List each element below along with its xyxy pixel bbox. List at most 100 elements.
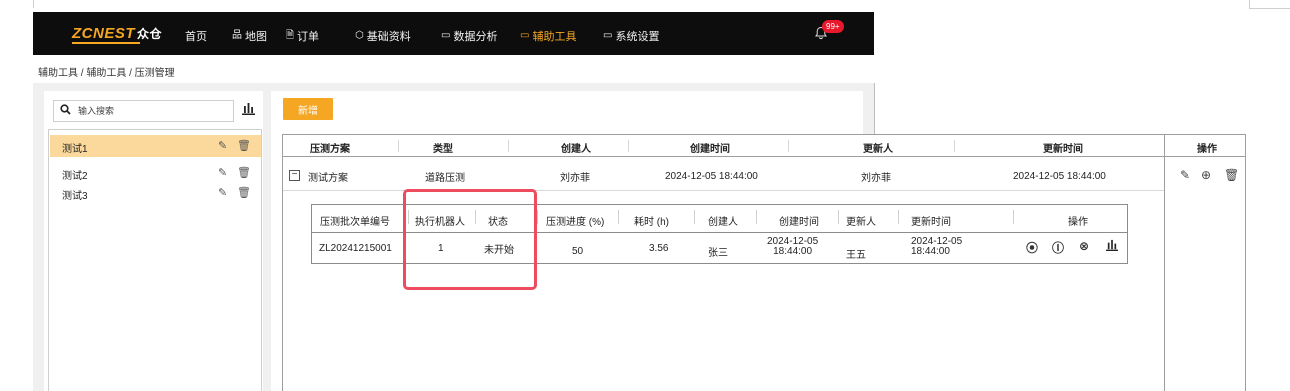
nav-item-tools[interactable]: ▭ 辅助工具 — [520, 28, 576, 44]
search-box — [53, 100, 234, 122]
batch-number: ZL20241215001 — [319, 243, 392, 254]
edit-icon[interactable]: ✎ — [218, 186, 227, 199]
table-cell: 2024-12-05 18:44:00 — [665, 171, 758, 182]
tree-item-test1[interactable]: 测试1 ✎ 🗑 — [50, 135, 261, 157]
column-divider — [954, 140, 955, 152]
column-header: 压测方案 — [310, 144, 350, 155]
column-divider — [788, 140, 789, 152]
subtable-column-header: 创建时间 — [779, 217, 819, 228]
search-icon — [60, 104, 71, 118]
column-divider — [398, 140, 399, 152]
nav-item-basic-data[interactable]: ⬡ 基础资料 — [355, 28, 411, 44]
chart-icon[interactable] — [1106, 239, 1118, 254]
nav-item-label: 辅助工具 — [532, 31, 577, 43]
map-icon: 品 — [232, 30, 242, 41]
page-edge-right — [1249, 0, 1250, 8]
play-icon[interactable]: ⦿ — [1026, 239, 1038, 256]
nav-item-label: 首页 — [185, 31, 207, 43]
column-divider — [1013, 210, 1014, 224]
pause-icon[interactable]: Ⓘ — [1052, 239, 1064, 256]
column-divider — [756, 210, 757, 224]
delete-icon[interactable]: 🗑 — [237, 166, 251, 179]
subtable-column-header: 操作 — [1068, 217, 1088, 228]
breadcrumb: 辅助工具 / 辅助工具 / 压测管理 — [38, 68, 175, 79]
page-edge-right-line — [1249, 8, 1290, 9]
nav-item-home[interactable]: 首页 — [185, 28, 207, 44]
logo-text: ZCNEST — [72, 25, 135, 42]
collapse-toggle[interactable]: − — [289, 170, 300, 181]
creator-value: 张三 — [708, 248, 728, 259]
subtable-column-header: 压测进度 (%) — [546, 217, 605, 228]
created-time-line: 18:44:00 — [773, 246, 813, 257]
chart-icon[interactable] — [242, 102, 255, 118]
progress-value: 50 — [572, 246, 584, 257]
monitor-icon: ▭ — [520, 30, 530, 41]
delete-icon[interactable]: 🗑 — [237, 186, 251, 199]
stop-icon[interactable]: ⊗ — [1079, 239, 1089, 253]
column-header: 更新人 — [863, 144, 893, 155]
tree-list: 测试1 ✎ 🗑 测试2 ✎ 🗑 测试3 ✎ 🗑 — [48, 129, 262, 391]
nav-item-data-analysis[interactable]: ▭ 数据分析 — [441, 28, 497, 44]
updated-time: 2024-12-05 18:44:00 — [911, 237, 962, 257]
column-header: 操作 — [1197, 144, 1217, 155]
tree-item-test3[interactable]: 测试3 ✎ 🗑 — [50, 182, 261, 204]
nav-item-label: 系统设置 — [615, 31, 660, 43]
table-cell: 刘亦菲 — [861, 173, 891, 184]
order-icon: 🗎 — [286, 30, 295, 41]
tree-item-label: 测试3 — [62, 191, 88, 202]
nav-item-map[interactable]: 品 地图 — [232, 28, 267, 44]
edit-icon[interactable]: ✎ — [218, 166, 227, 179]
nav-item-order[interactable]: 🗎 订单 — [286, 28, 319, 44]
search-input[interactable] — [78, 104, 228, 118]
operation-column-divider — [1164, 134, 1165, 391]
left-tree-panel: 测试1 ✎ 🗑 测试2 ✎ 🗑 测试3 ✎ 🗑 — [44, 91, 263, 391]
nav-item-label: 订单 — [297, 31, 320, 43]
cube-icon: ⬡ — [355, 30, 364, 41]
delete-icon[interactable]: 🗑 — [237, 139, 251, 152]
add-circle-icon[interactable]: ⊕ — [1201, 168, 1211, 182]
new-button[interactable]: 新增 — [283, 98, 333, 120]
column-divider — [508, 140, 509, 152]
logo[interactable]: ZCNEST 众仓 — [72, 25, 162, 42]
updated-time-line: 18:44:00 — [911, 246, 950, 257]
column-divider — [898, 210, 899, 224]
column-header: 更新时间 — [1043, 144, 1083, 155]
page-edge-left — [33, 0, 34, 8]
table-cell: 2024-12-05 18:44:00 — [1013, 171, 1106, 182]
table-header-row: 压测方案 类型 创建人 创建时间 更新人 更新时间 操作 — [283, 135, 1245, 157]
logo-underline — [72, 42, 140, 44]
table-cell: 刘亦菲 — [560, 173, 590, 184]
column-header: 创建时间 — [690, 144, 730, 155]
subtable-column-header: 更新人 — [846, 217, 876, 228]
column-divider — [537, 210, 538, 224]
panel-divider — [874, 83, 875, 135]
monitor-icon: ▭ — [441, 30, 451, 41]
logo-cn-text: 众仓 — [137, 27, 163, 41]
delete-icon[interactable]: 🗑 — [1224, 168, 1239, 182]
updater-value: 王五 — [846, 250, 866, 261]
tree-item-label: 测试2 — [62, 171, 88, 182]
subtable-column-header: 耗时 (h) — [634, 217, 669, 228]
top-navbar: ZCNEST 众仓 首页 品 地图 🗎 订单 ⬡ 基础资料 ▭ 数据分析 ▭ 辅助… — [33, 12, 874, 55]
tree-item-test2[interactable]: 测试2 ✎ 🗑 — [50, 162, 261, 184]
highlight-box — [403, 189, 537, 290]
edit-icon[interactable]: ✎ — [218, 139, 227, 152]
subtable-column-header: 压测批次单编号 — [320, 217, 390, 228]
nav-item-label: 地图 — [245, 31, 267, 43]
monitor-icon: ▭ — [603, 30, 613, 41]
table-cell: 测试方案 — [308, 173, 348, 184]
edit-icon[interactable]: ✎ — [1180, 168, 1190, 182]
subtable-column-header: 创建人 — [708, 217, 738, 228]
column-divider — [628, 140, 629, 152]
nav-item-label: 基础资料 — [366, 31, 411, 43]
subtable-column-header: 更新时间 — [911, 217, 951, 228]
nav-item-label: 数据分析 — [453, 31, 498, 43]
column-divider — [694, 210, 695, 224]
column-header: 创建人 — [561, 144, 591, 155]
duration-value: 3.56 — [649, 243, 669, 254]
nav-item-settings[interactable]: ▭ 系统设置 — [603, 28, 659, 44]
tree-item-label: 测试1 — [62, 144, 88, 155]
created-time: 2024-12-05 18:44:00 — [767, 237, 818, 257]
notification-badge: 99+ — [822, 20, 844, 33]
table-cell: 道路压测 — [425, 173, 465, 184]
